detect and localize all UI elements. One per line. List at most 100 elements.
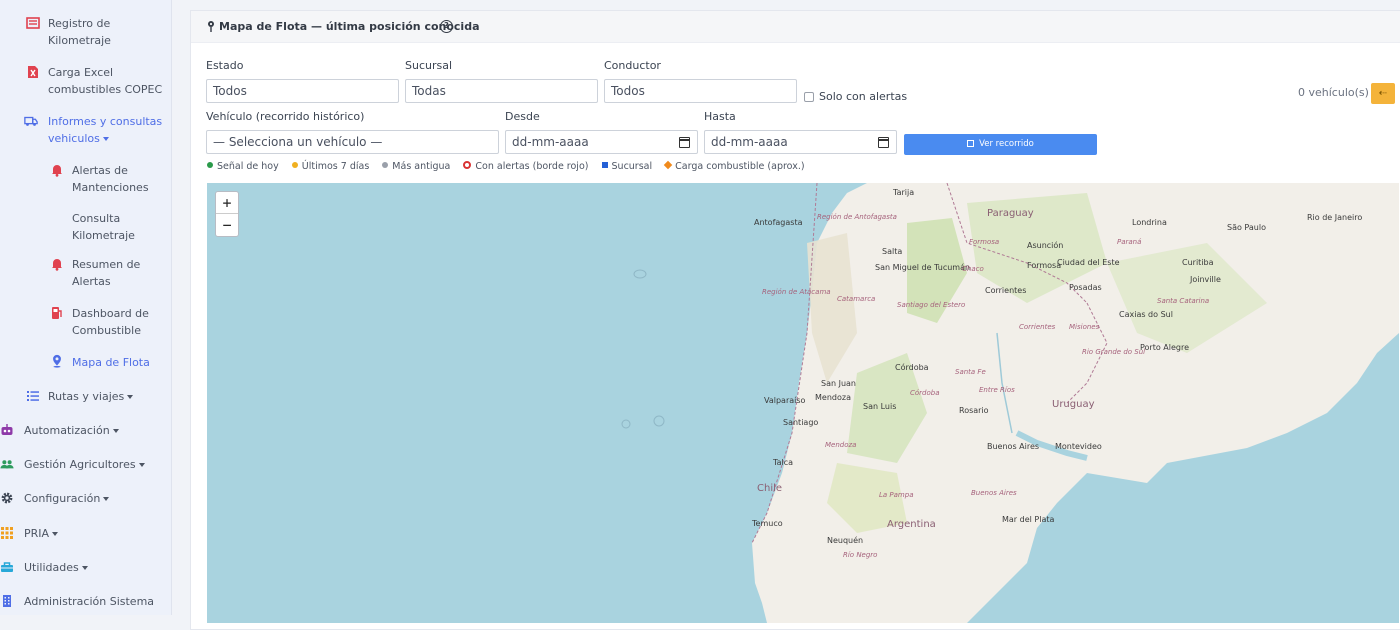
map-label: Córdoba — [910, 389, 940, 397]
map-label: Salta — [882, 247, 903, 256]
sidebar-item-label: Gestión Agricultores — [0, 456, 164, 473]
chevron-down-icon — [102, 137, 109, 141]
hasta-label: Hasta — [704, 110, 736, 123]
legend-item: Señal de hoy — [207, 161, 279, 172]
map-label: Río Negro — [843, 551, 878, 559]
zoom-out-button[interactable]: − — [216, 214, 238, 236]
zoom-in-button[interactable]: + — [216, 192, 238, 214]
sidebar-item-utilidades[interactable]: Utilidades — [0, 559, 164, 576]
map-pin-icon — [208, 21, 214, 32]
bell-icon — [52, 165, 62, 177]
sidebar-item-label: Consulta Kilometraje — [72, 212, 135, 242]
zoom-control: + − — [215, 191, 239, 237]
sidebar-item-pria[interactable]: PRIA — [0, 525, 164, 542]
solo-alertas-checkbox[interactable] — [804, 92, 814, 102]
dot-icon — [382, 162, 389, 168]
map-label: Antofagasta — [754, 218, 803, 227]
fleet-map[interactable]: + − Tarija Antofagasta Región de Antofag… — [207, 183, 1399, 623]
dot-icon — [291, 162, 298, 168]
map-label: Mendoza — [825, 441, 857, 449]
map-label: Entre Ríos — [979, 386, 1015, 394]
ring-icon — [463, 161, 472, 169]
map-label: Región de Antofagasta — [817, 213, 897, 221]
list-icon — [27, 391, 39, 401]
map-label: Posadas — [1069, 283, 1102, 292]
sidebar-item-label: Carga Excel combustibles COPEC — [48, 66, 163, 96]
sidebar-item-registro-kilometraje[interactable]: Registro de Kilometraje — [24, 15, 164, 49]
map-label: Londrina — [1132, 218, 1167, 227]
estado-select[interactable]: Todos — [206, 79, 399, 103]
sidebar-item-mapa-flota[interactable]: Mapa de Flota — [48, 354, 164, 371]
fleet-map-panel: Mapa de Flota — última posición conocida… — [190, 10, 1400, 630]
map-label: Mendoza — [815, 393, 851, 402]
sidebar-item-rutas-viajes[interactable]: Rutas y viajes — [24, 388, 164, 405]
map-label: Neuquén — [827, 536, 864, 545]
sidebar-item-configuracion[interactable]: Configuración — [0, 490, 164, 507]
sidebar-item-informes-vehiculos[interactable]: Informes y consultas vehiculos — [24, 113, 164, 147]
map-label: Tarija — [893, 188, 915, 197]
sidebar-item-consulta-kilometraje[interactable]: Consulta Kilometraje — [48, 210, 164, 244]
solo-alertas-label: Solo con alertas — [819, 90, 908, 103]
map-label: Chile — [757, 483, 783, 494]
conductor-label: Conductor — [604, 59, 661, 72]
truck-icon — [24, 116, 38, 126]
chevron-down-icon — [127, 395, 134, 399]
map-label: Temuco — [752, 519, 783, 528]
legend-item: Carga combustible (aprox.) — [663, 160, 805, 172]
sidebar-item-automatizacion[interactable]: Automatización — [0, 422, 164, 439]
vehiculo-select[interactable]: — Selecciona un vehículo — — [206, 130, 499, 154]
map-label: Porto Alegre — [1140, 343, 1190, 352]
calendar-icon[interactable] — [679, 137, 690, 148]
sidebar-item-alertas-mantenciones[interactable]: Alertas de Mantenciones — [48, 162, 164, 196]
map-label: Ciudad del Este — [1057, 258, 1120, 267]
vehicle-count: 0 vehículo(s) — [1298, 86, 1369, 99]
toolbox-icon — [1, 562, 13, 572]
map-label: Chaco — [962, 265, 984, 273]
legend-item: Más antigua — [382, 161, 450, 172]
fuel-pump-icon — [52, 307, 62, 319]
map-label: San Juan — [821, 379, 856, 388]
map-label: Corrientes — [1019, 323, 1056, 331]
map-label: Curitiba — [1182, 258, 1214, 267]
map-label: Formosa — [969, 238, 1000, 246]
square-icon — [601, 162, 608, 168]
odometer-icon — [26, 17, 40, 29]
map-label: Buenos Aires — [987, 442, 1040, 451]
sidebar-item-dashboard-combustible[interactable]: Dashboard de Combustible — [48, 305, 164, 339]
sidebar-item-administracion-sistema[interactable]: Administración Sistema — [0, 593, 164, 610]
map-label: Buenos Aires — [971, 489, 1017, 497]
back-button[interactable]: ⇠ — [1371, 83, 1395, 104]
sidebar-item-label: Utilidades — [0, 559, 164, 576]
robot-icon — [1, 424, 13, 435]
map-label: Paraguay — [987, 208, 1034, 219]
map-label: Asunción — [1027, 241, 1064, 250]
calendar-icon[interactable] — [878, 137, 889, 148]
map-label: Joinville — [1190, 275, 1221, 284]
sidebar-item-label: Rutas y viajes — [24, 388, 164, 405]
desde-date-input[interactable]: dd-mm-aaaa — [505, 130, 698, 154]
hasta-date-input[interactable]: dd-mm-aaaa — [704, 130, 897, 154]
map-label: Formosa — [1027, 261, 1062, 270]
chevron-down-icon — [112, 429, 119, 433]
sidebar-item-label: Resumen de Alertas — [72, 258, 141, 288]
sucursal-select[interactable]: Todas — [405, 79, 598, 103]
excel-file-icon — [28, 66, 38, 78]
sidebar-item-label: Registro de Kilometraje — [48, 17, 111, 47]
sidebar-item-resumen-alertas[interactable]: Resumen de Alertas — [48, 256, 164, 290]
conductor-select[interactable]: Todos — [604, 79, 797, 103]
map-label: Santiago del Estero — [897, 301, 966, 309]
dot-icon — [207, 162, 213, 168]
sidebar-item-carga-excel[interactable]: Carga Excel combustibles COPEC — [24, 64, 164, 98]
chevron-down-icon — [52, 532, 59, 536]
map-label: Mar del Plata — [1002, 515, 1055, 524]
map-label: São Paulo — [1227, 223, 1266, 232]
desde-label: Desde — [505, 110, 540, 123]
vehiculo-label: Vehículo (recorrido histórico) — [206, 110, 365, 123]
map-label: Santa Fe — [955, 368, 986, 376]
sidebar-item-label: Mapa de Flota — [72, 356, 150, 369]
help-icon[interactable]: ? — [440, 20, 453, 33]
sidebar-item-gestion-agricultores[interactable]: Gestión Agricultores — [0, 456, 164, 473]
sidebar-item-label: Dashboard de Combustible — [72, 307, 149, 337]
ver-recorrido-button[interactable]: Ver recorrido — [904, 134, 1097, 155]
sidebar-item-label: Alertas de Mantenciones — [72, 164, 149, 194]
